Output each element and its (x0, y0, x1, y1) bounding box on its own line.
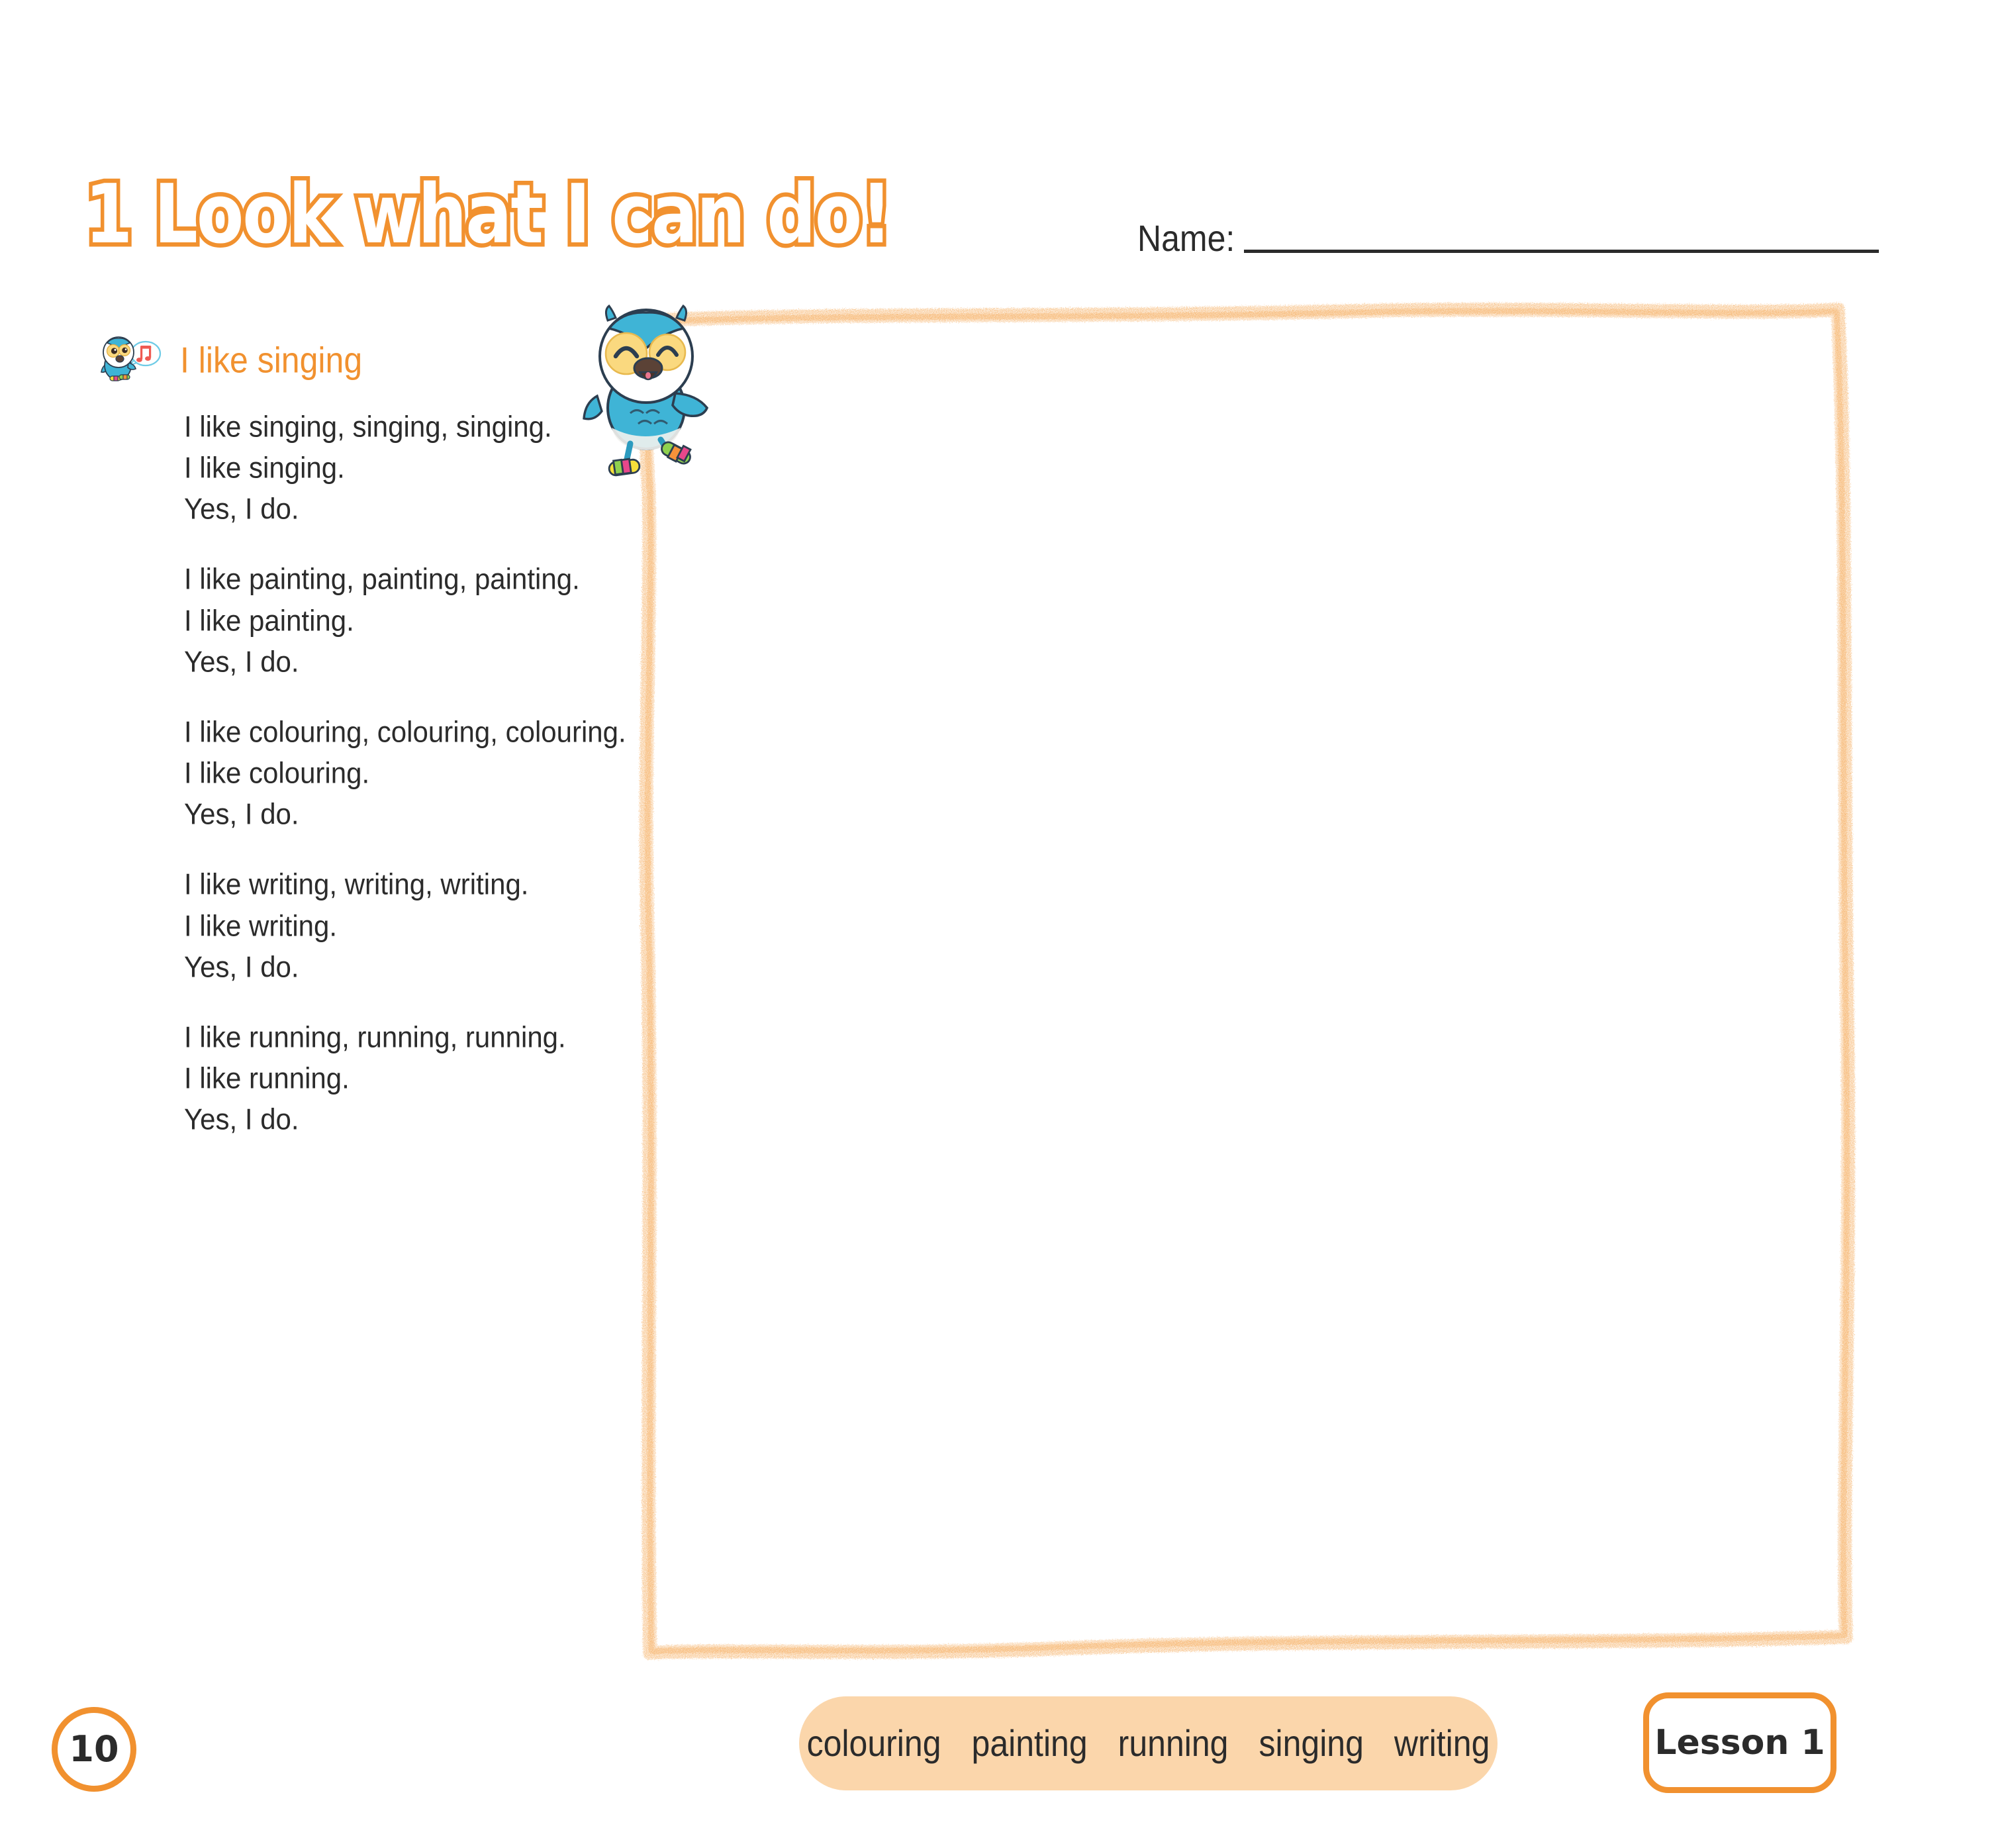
lyric-line: I like singing, singing, singing. (184, 410, 552, 444)
lyric-verse: I like painting, painting, painting. I li… (184, 558, 634, 681)
lyric-line: Yes, I do. (184, 1102, 299, 1136)
lyric-line: I like painting. (184, 604, 354, 637)
word-bank-item: running (1118, 1722, 1229, 1765)
lesson-badge: Lesson 1 (1643, 1692, 1836, 1793)
lyric-line: I like colouring. (184, 756, 370, 790)
word-bank-item: painting (971, 1722, 1088, 1765)
name-field[interactable]: Name: (1137, 220, 1879, 257)
lyric-verse: I like writing, writing, writing. I like … (184, 863, 634, 986)
song-lyrics: I like singing, singing, singing. I like … (184, 405, 634, 1139)
lyric-line: I like writing. (184, 908, 338, 942)
name-label: Name: (1137, 217, 1235, 260)
word-bank: colouring painting running singing writing (799, 1696, 1498, 1790)
lyric-line: Yes, I do. (184, 950, 299, 983)
lyric-line: Yes, I do. (184, 645, 299, 679)
name-write-line[interactable] (1244, 250, 1879, 253)
lyric-line: I like running, running, running. (184, 1020, 566, 1054)
lyric-line: Yes, I do. (184, 492, 299, 526)
lyric-verse: I like running, running, running. I like … (184, 1016, 634, 1139)
page-title: 1 Look what I can do! (81, 166, 896, 262)
lyric-line: I like running. (184, 1061, 350, 1095)
owl-with-music-note-icon (98, 331, 162, 389)
lyric-line: I like painting, painting, painting. (184, 562, 580, 596)
owl-mascot (583, 297, 735, 495)
word-bank-item: writing (1394, 1722, 1490, 1765)
lyric-line: Yes, I do. (184, 797, 299, 831)
page-number-badge: 10 (52, 1707, 136, 1792)
crayon-drawing-frame[interactable] (622, 299, 1874, 1677)
lyric-verse: I like colouring, colouring, colouring. I… (184, 710, 634, 834)
song-title: I like singing (180, 340, 363, 381)
word-bank-item: singing (1259, 1722, 1364, 1765)
word-bank-item: colouring (806, 1722, 941, 1765)
song-heading: I like singing (98, 331, 362, 389)
page-number-label: 10 (69, 1728, 119, 1770)
lyric-line: I like writing, writing, writing. (184, 867, 529, 901)
lyric-verse: I like singing, singing, singing. I like … (184, 405, 634, 528)
lesson-badge-label: Lesson 1 (1654, 1723, 1825, 1763)
lyric-line: I like singing. (184, 451, 345, 485)
lyric-line: I like colouring, colouring, colouring. (184, 715, 626, 749)
